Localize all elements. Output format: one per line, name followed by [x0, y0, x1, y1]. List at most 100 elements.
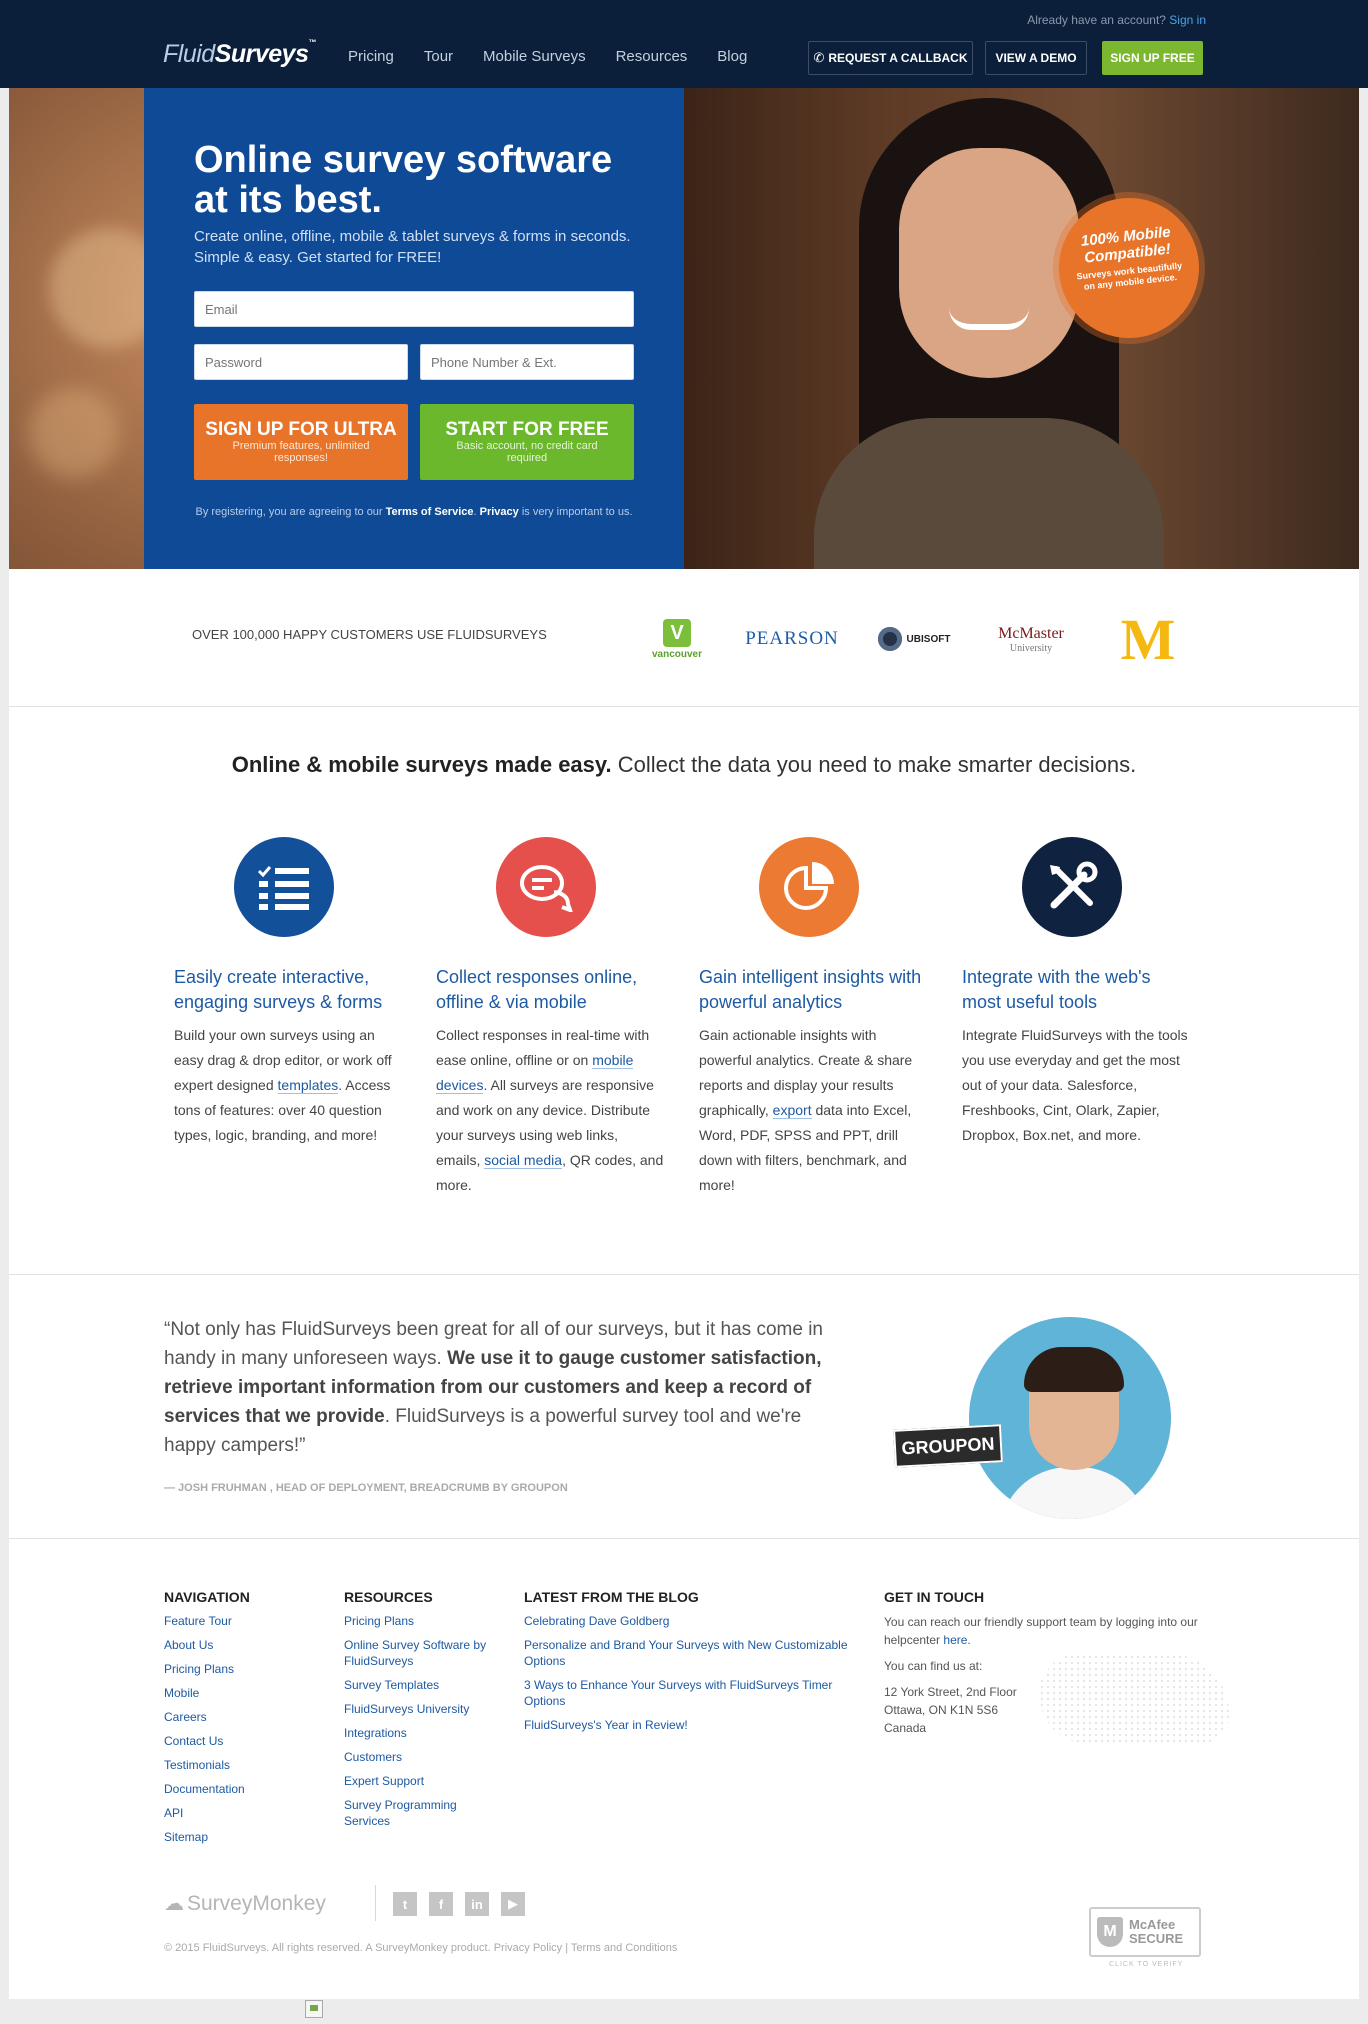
footer-link[interactable]: Sitemap — [164, 1829, 324, 1845]
shield-icon: M — [1097, 1917, 1123, 1947]
nav-tour[interactable]: Tour — [424, 48, 453, 65]
chat-bubbles-icon — [496, 837, 596, 937]
blog-post-link[interactable]: 3 Ways to Enhance Your Surveys with Flui… — [524, 1677, 864, 1709]
world-map — [1039, 1654, 1229, 1744]
start-free-button[interactable]: START FOR FREE Basic account, no credit … — [420, 404, 634, 480]
surveymonkey-logo[interactable]: ☁ SurveyMonkey — [164, 1891, 326, 1916]
footer-blog: LATEST FROM THE BLOG Celebrating Dave Go… — [524, 1589, 864, 1741]
sign-up-ultra-button[interactable]: SIGN UP FOR ULTRA Premium features, unli… — [194, 404, 408, 480]
testimonial-section: “Not only has FluidSurveys been great fo… — [9, 1275, 1359, 1539]
footer-link[interactable]: Integrations — [344, 1725, 494, 1741]
feature-text: Gain actionable insights with powerful a… — [699, 1027, 913, 1193]
account-prompt-text: Already have an account? — [1027, 13, 1166, 27]
templates-link[interactable]: templates — [277, 1077, 339, 1094]
account-prompt: Already have an account? Sign in — [1027, 13, 1206, 27]
export-link[interactable]: export — [772, 1102, 812, 1119]
footer-link[interactable]: Pricing Plans — [344, 1613, 494, 1629]
social-links: t f in ▶ — [393, 1892, 525, 1916]
footer-link[interactable]: Contact Us — [164, 1733, 324, 1749]
site-footer: NAVIGATION Feature Tour About Us Pricing… — [9, 1539, 1359, 1999]
blog-post-link[interactable]: FluidSurveys's Year in Review! — [524, 1717, 864, 1733]
footer-link[interactable]: Mobile — [164, 1685, 324, 1701]
features-section: Online & mobile surveys made easy. Colle… — [9, 707, 1359, 1275]
customers-claim: OVER 100,000 HAPPY CUSTOMERS USE FLUIDSU… — [192, 627, 547, 642]
nav-mobile-surveys[interactable]: Mobile Surveys — [483, 48, 586, 65]
feature-text: Collect responses in real-time with ease… — [436, 1027, 664, 1193]
terms-link[interactable]: Terms of Service — [386, 506, 474, 518]
pearson-logo: PEARSON — [745, 628, 839, 649]
footer-link[interactable]: FluidSurveys University — [344, 1701, 494, 1717]
feature-integrate: Integrate with the web's most useful too… — [962, 837, 1192, 1148]
copyright: © 2015 FluidSurveys. All rights reserved… — [164, 1942, 678, 1954]
registration-legal: By registering, you are agreeing to our … — [195, 506, 633, 518]
footer-link[interactable]: Testimonials — [164, 1757, 324, 1773]
feature-title: Easily create interactive, engaging surv… — [174, 967, 383, 1012]
nav-resources[interactable]: Resources — [616, 48, 688, 65]
feature-collect: Collect responses online, offline & via … — [436, 837, 666, 1198]
customer-logos: OVER 100,000 HAPPY CUSTOMERS USE FLUIDSU… — [9, 569, 1359, 707]
nav-pricing[interactable]: Pricing — [348, 48, 394, 65]
blog-post-link[interactable]: Personalize and Brand Your Surveys with … — [524, 1637, 864, 1669]
youtube-icon[interactable]: ▶ — [501, 1892, 525, 1916]
signup-panel: Online survey software at its best. Crea… — [144, 88, 684, 569]
nav-blog[interactable]: Blog — [717, 48, 747, 65]
feature-create: Easily create interactive, engaging surv… — [174, 837, 404, 1148]
tourism-vancouver-logo: V vancouver — [637, 609, 717, 669]
features-headline: Online & mobile surveys made easy. Colle… — [231, 752, 1137, 777]
footer-link[interactable]: Survey Templates — [344, 1677, 494, 1693]
footer-link[interactable]: Online Survey Software by FluidSurveys — [344, 1637, 494, 1669]
broken-image-icon — [305, 2000, 323, 2018]
contact-text: You can reach our friendly support team … — [884, 1615, 1198, 1647]
hero-lead: Create online, offline, mobile & tablet … — [194, 228, 631, 266]
pie-chart-icon — [759, 837, 859, 937]
main-nav: Pricing Tour Mobile Surveys Resources Bl… — [348, 48, 747, 65]
footer-link[interactable]: API — [164, 1805, 324, 1821]
testimonial-quote: “Not only has FluidSurveys been great fo… — [164, 1319, 823, 1456]
feature-title: Gain intelligent insights with powerful … — [699, 967, 922, 1012]
checklist-icon — [234, 837, 334, 937]
footer-link[interactable]: About Us — [164, 1637, 324, 1653]
password-field[interactable] — [194, 344, 408, 380]
email-field[interactable] — [194, 291, 634, 327]
feature-title: Collect responses online, offline & via … — [436, 967, 638, 1012]
footer-link[interactable]: Careers — [164, 1709, 324, 1725]
groupon-logo: GROUPON — [893, 1424, 1003, 1468]
testimonial-author: — JOSH FRUHMAN , HEAD OF DEPLOYMENT, BRE… — [164, 1482, 568, 1494]
hero-title: Online survey software at its best. — [194, 139, 613, 221]
footer-resources: RESOURCES Pricing Plans Online Survey So… — [344, 1589, 494, 1837]
tools-icon — [1022, 837, 1122, 937]
helpcenter-link[interactable]: here — [943, 1633, 967, 1647]
blog-post-link[interactable]: Celebrating Dave Goldberg — [524, 1613, 864, 1629]
facebook-icon[interactable]: f — [429, 1892, 453, 1916]
footer-link[interactable]: Documentation — [164, 1781, 324, 1797]
view-demo-button[interactable]: VIEW A DEMO — [985, 41, 1087, 75]
phone-icon: ✆ — [813, 50, 825, 65]
hero-photo — [684, 88, 1359, 569]
footer-link[interactable]: Customers — [344, 1749, 494, 1765]
background-light — [29, 388, 119, 478]
request-callback-button[interactable]: ✆ REQUEST A CALLBACK — [808, 41, 973, 75]
footer-link[interactable]: Expert Support — [344, 1773, 494, 1789]
mcafee-secure-badge[interactable]: M McAfee SECURE CLICK TO VERIFY — [1089, 1907, 1201, 1968]
phone-field[interactable] — [420, 344, 634, 380]
footer-link[interactable]: Survey Programming Services — [344, 1797, 494, 1829]
feature-text: Build your own surveys using an easy dra… — [174, 1027, 392, 1143]
testimonial-avatar — [969, 1317, 1171, 1519]
footer-navigation: NAVIGATION Feature Tour About Us Pricing… — [164, 1589, 324, 1853]
mcdonalds-logo: M — [1120, 606, 1176, 672]
feature-title: Integrate with the web's most useful too… — [962, 967, 1151, 1012]
footer-link[interactable]: Pricing Plans — [164, 1661, 324, 1677]
feature-text: Integrate FluidSurveys with the tools yo… — [962, 1027, 1188, 1143]
twitter-icon[interactable]: t — [393, 1892, 417, 1916]
ubisoft-logo: UBISOFT — [864, 609, 964, 669]
privacy-link[interactable]: Privacy — [480, 506, 519, 518]
social-media-link[interactable]: social media — [484, 1152, 563, 1169]
linkedin-icon[interactable]: in — [465, 1892, 489, 1916]
site-header: Already have an account? Sign in FluidSu… — [0, 0, 1368, 88]
sign-in-link[interactable]: Sign in — [1169, 13, 1206, 27]
divider — [375, 1885, 376, 1921]
mcmaster-logo: McMaster University — [998, 624, 1064, 654]
fluidsurveys-logo[interactable]: FluidSurveys™ — [163, 38, 316, 69]
sign-up-free-button[interactable]: SIGN UP FREE — [1102, 41, 1203, 75]
footer-link[interactable]: Feature Tour — [164, 1613, 324, 1629]
